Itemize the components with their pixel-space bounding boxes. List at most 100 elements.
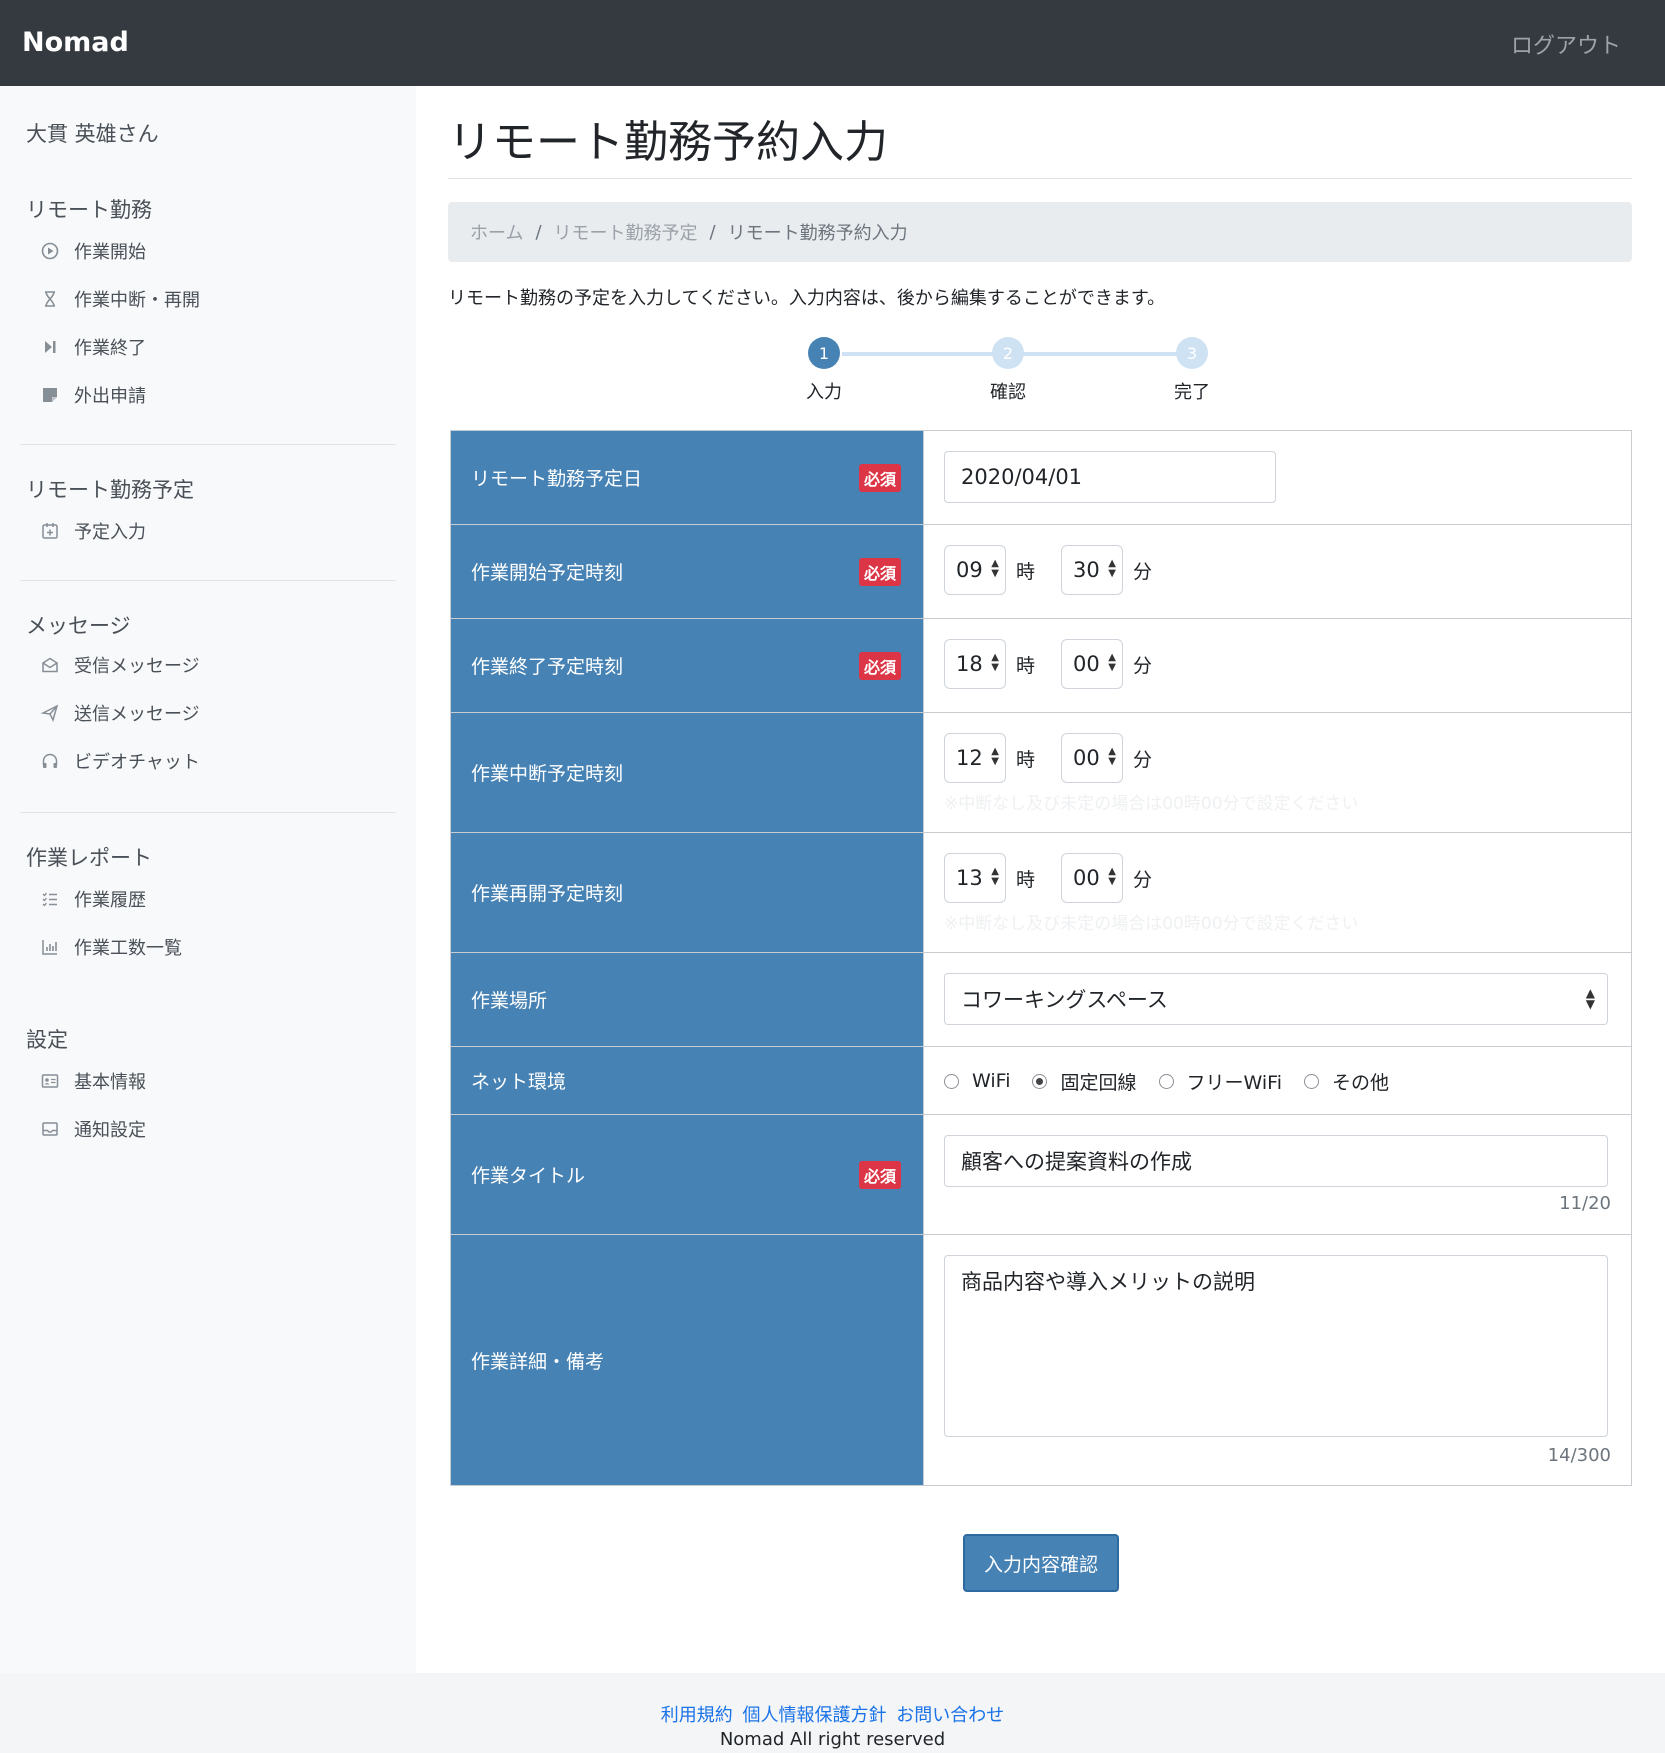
required-badge: 必須 <box>858 1160 901 1189</box>
network-option-other[interactable]: その他 <box>1303 1068 1389 1095</box>
sidebar-item-label: 作業履歴 <box>74 890 146 911</box>
play-circle-icon <box>41 242 59 260</box>
form-label-work-title: 作業タイトル 必須 <box>451 1115 924 1234</box>
end-minute-select[interactable]: 00 ▲ ▼ <box>1061 639 1123 689</box>
headphones-icon <box>42 753 58 768</box>
sidebar-item-work-pause[interactable]: 作業中断・再開 <box>40 282 200 316</box>
sidebar-item-label: 作業開始 <box>74 242 146 263</box>
footer-link-privacy[interactable]: 個人情報保護方針 <box>743 1705 887 1726</box>
updown-arrow-icon: ▲ ▼ <box>1585 986 1595 1011</box>
form-row-place: 作業場所 コワーキングスペース ▲ ▼ <box>451 953 1631 1047</box>
sticky-note-icon <box>43 388 57 402</box>
form-row-break-time: 作業中断予定時刻 12 ▲ ▼ 時 00 ▲ ▼ 分 ※中断なし及び未定の場合は00時0… <box>451 713 1631 833</box>
break-minute-select[interactable]: 00 ▲ ▼ <box>1061 733 1123 783</box>
form-label-place: 作業場所 <box>451 953 924 1046</box>
brand-logo[interactable]: Nomad <box>22 27 129 58</box>
minute-unit-label: 分 <box>1133 869 1153 891</box>
sidebar-section-reports: 作業レポート <box>26 846 152 870</box>
intro-text: リモート勤務の予定を入力してください。入力内容は、後から編集することができます。 <box>448 288 1166 309</box>
skip-end-icon <box>45 341 56 353</box>
sidebar-section-settings: 設定 <box>26 1028 68 1052</box>
breadcrumb-home[interactable]: ホーム <box>470 219 523 245</box>
sidebar-item-notification-settings[interactable]: 通知設定 <box>40 1112 146 1146</box>
break-hint-text: ※中断なし及び未定の場合は00時00分で設定ください <box>944 794 1359 814</box>
updown-arrow-icon: ▲ ▼ <box>991 652 999 673</box>
sidebar-item-work-hours[interactable]: 作業工数一覧 <box>40 930 182 964</box>
footer-link-terms[interactable]: 利用規約 <box>661 1705 733 1726</box>
footer-link-contact[interactable]: お問い合わせ <box>896 1705 1004 1726</box>
resume-hour-select[interactable]: 13 ▲ ▼ <box>944 853 1006 903</box>
logout-link[interactable]: ログアウト <box>1511 28 1621 60</box>
sidebar-item-inbox[interactable]: 受信メッセージ <box>40 648 200 682</box>
sidebar-item-sent[interactable]: 送信メッセージ <box>40 696 200 730</box>
breadcrumb-separator: / <box>709 221 716 243</box>
form-label-break-time: 作業中断予定時刻 <box>451 713 924 832</box>
form-row-network: ネット環境 WiFi 固定回線 フリーWiFi その他 <box>451 1047 1631 1115</box>
start-minute-select[interactable]: 30 ▲ ▼ <box>1061 545 1123 595</box>
sidebar-item-label: 作業終了 <box>74 338 146 359</box>
form-row-start-time: 作業開始予定時刻 必須 09 ▲ ▼ 時 30 ▲ ▼ 分 <box>451 525 1631 619</box>
sidebar-divider <box>20 580 396 581</box>
network-option-wifi[interactable]: WiFi <box>944 1070 1010 1092</box>
sidebar-item-label: 基本情報 <box>74 1072 146 1093</box>
reservation-form: リモート勤務予定日 必須 2020/04/01 作業開始予定時刻 必須 09 ▲ ▼… <box>450 430 1632 1486</box>
resume-hint-text: ※中断なし及び未定の場合は00時00分で設定ください <box>944 914 1359 934</box>
updown-arrow-icon: ▲ ▼ <box>1108 746 1116 767</box>
network-option-free-wifi[interactable]: フリーWiFi <box>1158 1068 1282 1095</box>
sidebar-section-schedule: リモート勤務予定 <box>26 478 194 502</box>
breadcrumb-schedule[interactable]: リモート勤務予定 <box>554 219 698 245</box>
sidebar-item-label: 作業工数一覧 <box>74 938 182 959</box>
sidebar-item-label: 通知設定 <box>74 1120 146 1141</box>
end-hour-select[interactable]: 18 ▲ ▼ <box>944 639 1006 689</box>
work-title-input[interactable]: 顧客への提案資料の作成 <box>944 1135 1608 1187</box>
sidebar-item-work-start[interactable]: 作業開始 <box>40 234 146 268</box>
form-label-resume-time: 作業再開予定時刻 <box>451 833 924 952</box>
updown-arrow-icon: ▲ ▼ <box>991 558 999 579</box>
minute-unit-label: 分 <box>1133 749 1153 771</box>
sidebar-item-schedule-input[interactable]: 予定入力 <box>40 514 146 548</box>
envelope-open-icon <box>42 657 58 673</box>
sidebar-item-basic-info[interactable]: 基本情報 <box>40 1064 146 1098</box>
sidebar-item-label: 受信メッセージ <box>74 656 200 677</box>
sidebar-item-work-history[interactable]: 作業履歴 <box>40 882 146 916</box>
place-select[interactable]: コワーキングスペース ▲ ▼ <box>944 973 1608 1025</box>
required-badge: 必須 <box>858 463 901 492</box>
hour-unit-label: 時 <box>1016 869 1036 891</box>
date-input[interactable]: 2020/04/01 <box>944 451 1276 503</box>
sidebar-item-label: 予定入力 <box>74 522 146 543</box>
form-label-detail: 作業詳細・備考 <box>451 1235 924 1485</box>
sidebar-divider <box>20 444 396 445</box>
sidebar-item-outing-request[interactable]: 外出申請 <box>40 378 146 412</box>
sidebar-item-work-end[interactable]: 作業終了 <box>40 330 146 364</box>
footer: 利用規約 個人情報保護方針 お問い合わせ Nomad All right res… <box>0 1673 1665 1753</box>
sidebar-divider <box>20 812 396 813</box>
form-row-resume-time: 作業再開予定時刻 13 ▲ ▼ 時 00 ▲ ▼ 分 ※中断なし及び未定の場合は00時0… <box>451 833 1631 953</box>
sidebar-item-label: 外出申請 <box>74 386 146 407</box>
detail-textarea[interactable]: 商品内容や導入メリットの説明 <box>944 1255 1608 1437</box>
step-1-dot: 1 <box>808 337 840 369</box>
sidebar-item-label: ビデオチャット <box>74 752 200 773</box>
send-icon <box>40 704 59 723</box>
hour-unit-label: 時 <box>1016 655 1036 677</box>
sidebar-item-video-chat[interactable]: ビデオチャット <box>40 744 200 778</box>
sidebar-item-label: 作業中断・再開 <box>74 290 200 311</box>
form-label-network: ネット環境 <box>451 1047 924 1114</box>
confirm-button[interactable]: 入力内容確認 <box>963 1534 1119 1592</box>
hourglass-icon <box>45 291 55 307</box>
calendar-plus-icon <box>42 523 58 539</box>
top-navbar: Nomad ログアウト <box>0 0 1665 86</box>
hour-unit-label: 時 <box>1016 561 1036 583</box>
envelope-icon <box>42 1122 58 1136</box>
required-badge: 必須 <box>858 651 901 680</box>
break-hour-select[interactable]: 12 ▲ ▼ <box>944 733 1006 783</box>
form-row-end-time: 作業終了予定時刻 必須 18 ▲ ▼ 時 00 ▲ ▼ 分 <box>451 619 1631 713</box>
list-check-icon <box>42 892 57 907</box>
breadcrumb-separator: / <box>535 221 542 243</box>
step-3-dot: 3 <box>1176 337 1208 369</box>
resume-minute-select[interactable]: 00 ▲ ▼ <box>1061 853 1123 903</box>
work-title-counter: 11/20 <box>1559 1193 1611 1214</box>
radio-checked-icon <box>1032 1073 1048 1089</box>
updown-arrow-icon: ▲ ▼ <box>1108 558 1116 579</box>
start-hour-select[interactable]: 09 ▲ ▼ <box>944 545 1006 595</box>
network-option-fixed-line[interactable]: 固定回線 <box>1032 1068 1137 1095</box>
